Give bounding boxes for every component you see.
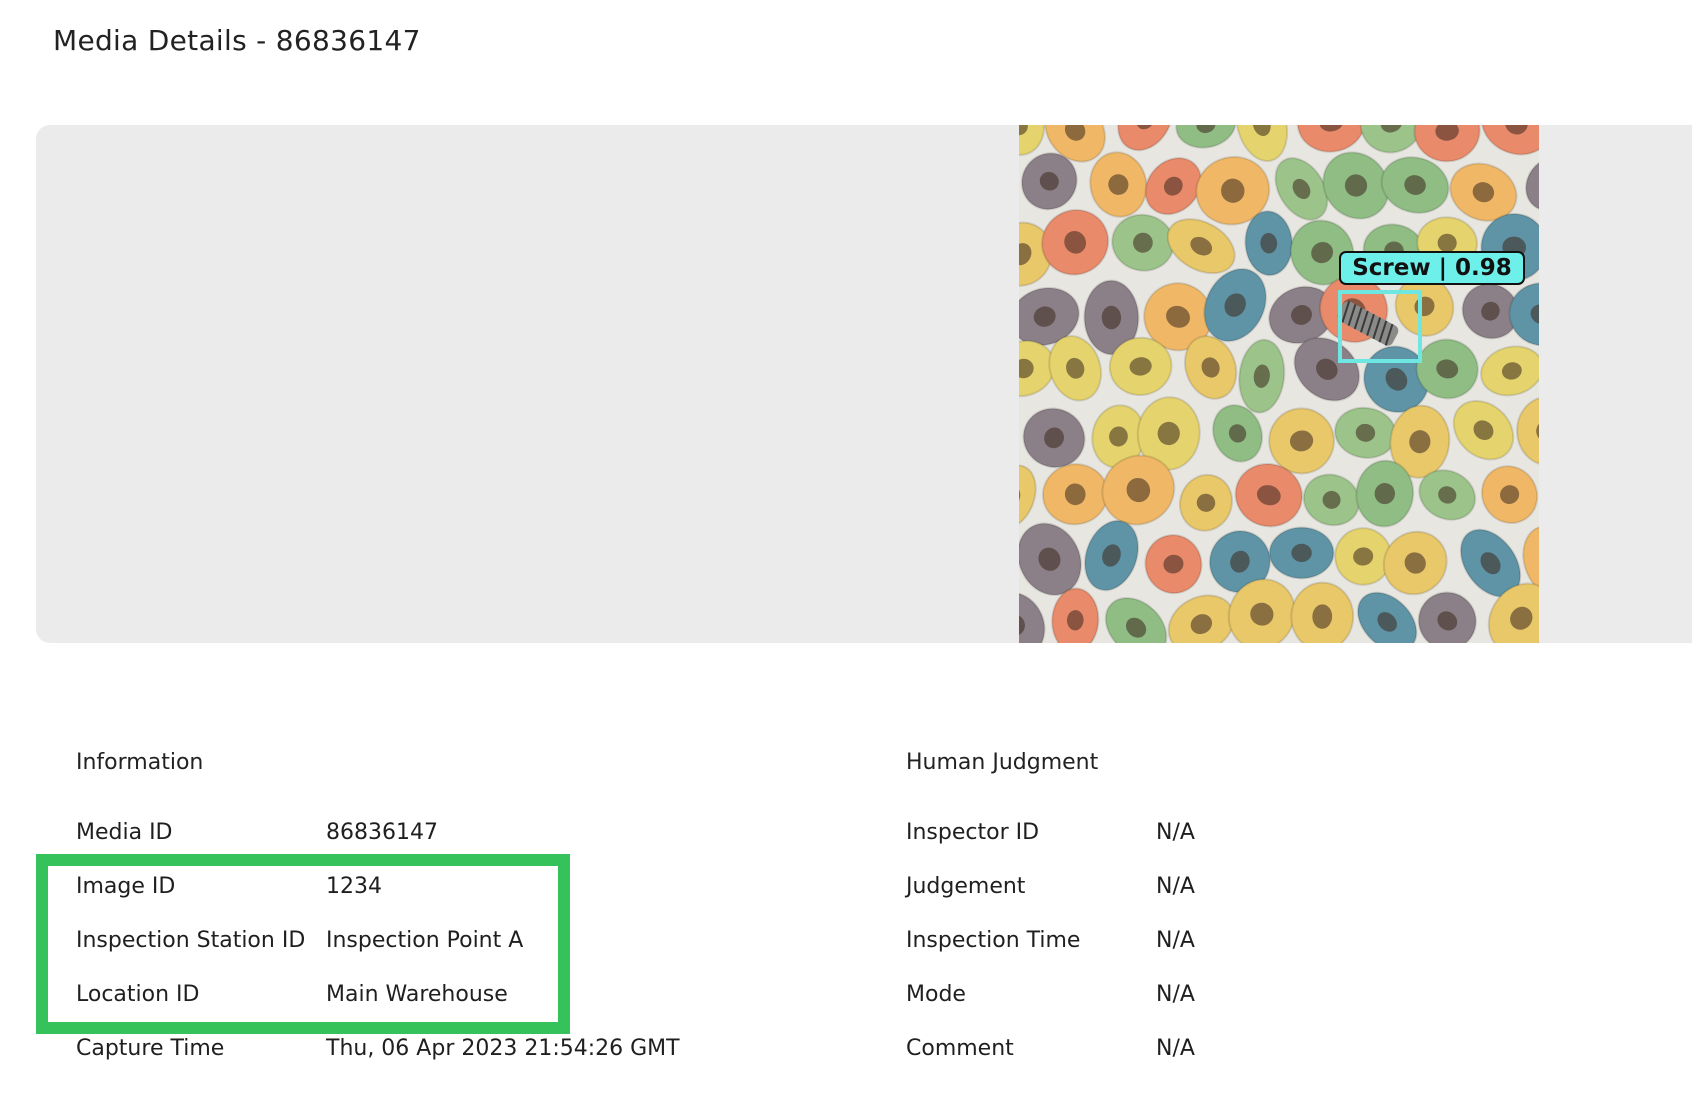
media-image[interactable] [1019,125,1539,643]
cereal-ring [1268,526,1335,580]
judgment-label-mode: Mode [906,982,966,1007]
judgment-label-comment: Comment [906,1036,1014,1061]
detection-label: Screw | 0.98 [1339,251,1525,285]
info-value-media-id: 86836147 [326,820,438,845]
judgment-label-inspector-id: Inspector ID [906,820,1040,845]
judgment-value-judgement: N/A [1156,874,1195,899]
judgment-value-inspector-id: N/A [1156,820,1195,845]
info-label-capture-time: Capture Time [76,1036,225,1061]
detection-bounding-box[interactable] [1338,290,1422,363]
judgment-label-judgement: Judgement [906,874,1026,899]
judgment-label-inspection-time: Inspection Time [906,928,1081,953]
human-judgment-section-title: Human Judgment [906,750,1099,775]
info-label-media-id: Media ID [76,820,173,845]
judgment-value-comment: N/A [1156,1036,1195,1061]
highlight-box [36,854,570,1034]
judgment-value-inspection-time: N/A [1156,928,1195,953]
cereal-photo [1019,125,1539,643]
information-section-title: Information [76,750,204,775]
page-title: Media Details - 86836147 [53,24,421,57]
info-value-capture-time: Thu, 06 Apr 2023 21:54:26 GMT [326,1036,680,1061]
judgment-value-mode: N/A [1156,982,1195,1007]
